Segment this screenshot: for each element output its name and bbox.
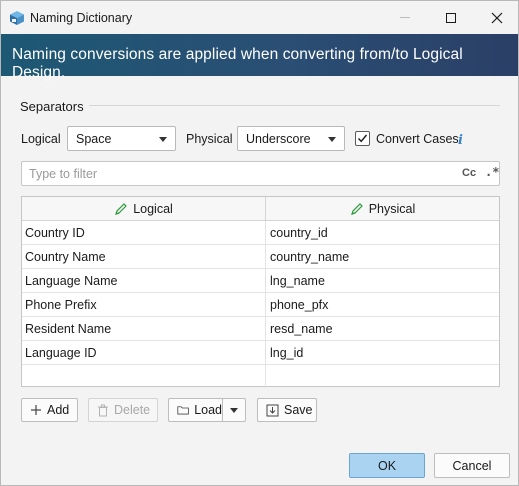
table-row[interactable]: Country ID country_id — [22, 221, 499, 245]
logical-cell[interactable]: Country Name — [22, 245, 266, 268]
logical-label: Logical — [21, 132, 61, 146]
cancel-button[interactable]: Cancel — [434, 453, 510, 478]
column-header-physical[interactable]: Physical — [266, 197, 499, 221]
column-header-label: Logical — [133, 202, 173, 216]
section-divider — [89, 105, 500, 106]
table-row[interactable]: Language Name lng_name — [22, 269, 499, 293]
minimize-icon — [400, 17, 410, 18]
physical-cell[interactable]: country_id — [266, 221, 499, 244]
physical-cell[interactable]: lng_id — [266, 341, 499, 364]
table-row[interactable]: Country Name country_name — [22, 245, 499, 269]
logical-separator-value: Space — [76, 132, 112, 146]
match-case-icon[interactable]: Cc — [462, 167, 476, 179]
chevron-down-icon — [328, 137, 336, 142]
checkmark-icon — [357, 134, 368, 143]
load-button[interactable]: Load — [168, 398, 223, 422]
physical-cell[interactable]: country_name — [266, 245, 499, 268]
column-header-label: Physical — [368, 202, 416, 216]
info-banner: Naming conversions are applied when conv… — [1, 34, 518, 81]
info-icon[interactable]: i — [458, 133, 463, 148]
maximize-button[interactable] — [428, 1, 474, 34]
table-row[interactable]: Resident Name resd_name — [22, 317, 499, 341]
table-row-new[interactable] — [22, 365, 499, 389]
close-button[interactable] — [474, 1, 519, 34]
load-button-label: Load — [194, 403, 222, 417]
filter-box: Cc .* — [21, 161, 500, 186]
add-button-label: Add — [47, 403, 70, 417]
physical-separator-value: Underscore — [246, 132, 311, 146]
window-title: Naming Dictionary — [30, 11, 133, 25]
title-bar: Naming Dictionary — [1, 1, 518, 34]
separators-section-label: Separators — [20, 99, 84, 114]
plus-icon — [31, 405, 41, 415]
maximize-icon — [446, 12, 456, 23]
save-icon — [266, 404, 279, 416]
filter-input[interactable] — [22, 162, 442, 185]
physical-cell[interactable]: resd_name — [266, 317, 499, 340]
logical-cell[interactable]: Resident Name — [22, 317, 266, 340]
table-row[interactable]: Language ID lng_id — [22, 341, 499, 365]
logical-cell[interactable]: Language Name — [22, 269, 266, 292]
delete-button[interactable]: Delete — [88, 398, 158, 422]
chevron-down-icon — [159, 137, 167, 142]
physical-cell[interactable]: phone_pfx — [266, 293, 499, 316]
save-button[interactable]: Save — [257, 398, 317, 422]
add-button[interactable]: Add — [21, 398, 78, 422]
logical-cell[interactable] — [22, 365, 266, 388]
physical-separator-select[interactable]: Underscore — [237, 126, 345, 151]
naming-dictionary-dialog: Naming Dictionary Naming conversions are… — [0, 0, 519, 486]
physical-cell[interactable] — [266, 365, 499, 388]
logical-separator-select[interactable]: Space — [67, 126, 176, 151]
table-row[interactable]: Phone Prefix phone_pfx — [22, 293, 499, 317]
ok-button[interactable]: OK — [349, 453, 425, 478]
load-options-dropdown[interactable] — [222, 398, 246, 422]
convert-cases-label[interactable]: Convert Cases — [376, 132, 459, 146]
trash-icon — [98, 404, 108, 416]
naming-table: Logical Physical Country ID country_id C… — [21, 196, 500, 389]
physical-cell[interactable]: lng_name — [266, 269, 499, 292]
table-header: Logical Physical — [22, 197, 499, 221]
app-cube-icon — [9, 10, 25, 26]
column-header-logical[interactable]: Logical — [22, 197, 266, 221]
logical-cell[interactable]: Language ID — [22, 341, 266, 364]
physical-label: Physical — [186, 132, 233, 146]
logical-cell[interactable]: Phone Prefix — [22, 293, 266, 316]
minimize-button[interactable] — [382, 1, 428, 34]
delete-button-label: Delete — [114, 403, 151, 417]
close-icon — [491, 12, 503, 23]
chevron-down-icon — [230, 408, 238, 413]
convert-cases-checkbox[interactable] — [355, 131, 370, 146]
folder-icon — [177, 406, 189, 415]
save-button-label: Save — [284, 403, 313, 417]
regex-icon[interactable]: .* — [485, 165, 499, 179]
pencil-icon — [115, 203, 128, 215]
pencil-icon — [350, 203, 363, 215]
logical-cell[interactable]: Country ID — [22, 221, 266, 244]
